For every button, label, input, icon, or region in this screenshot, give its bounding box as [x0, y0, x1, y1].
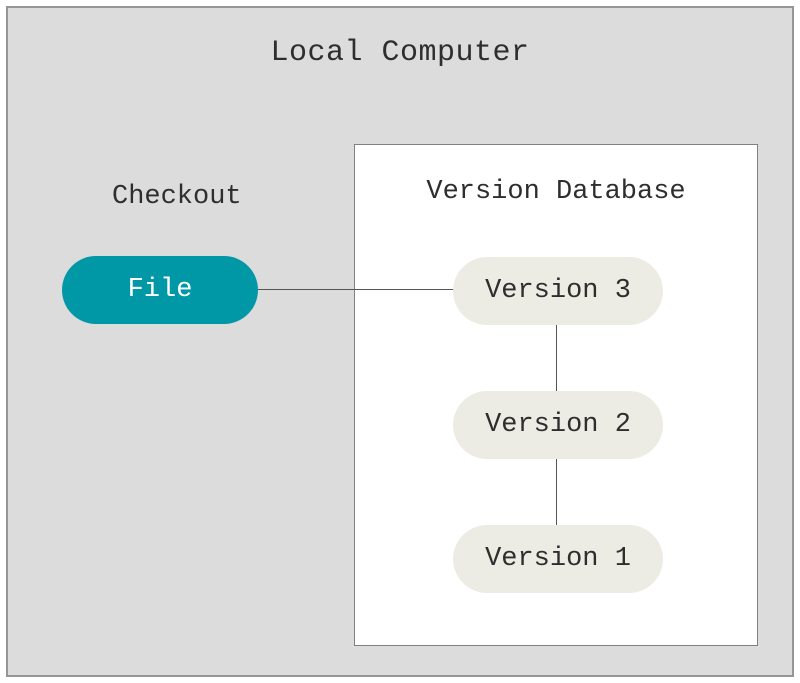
local-computer-panel: Local Computer Checkout File Version Dat…: [6, 6, 794, 677]
file-node: File: [62, 256, 258, 324]
connector-v2-to-v1: [556, 456, 557, 526]
version-database-box: Version Database Version 3 Version 2 Ver…: [354, 144, 758, 646]
file-node-label: File: [128, 275, 193, 305]
checkout-label: Checkout: [112, 182, 242, 212]
diagram-title: Local Computer: [8, 36, 792, 70]
version-1-node: Version 1: [453, 525, 663, 593]
version-3-node: Version 3: [453, 257, 663, 325]
version-1-label: Version 1: [485, 544, 631, 574]
connector-file-to-v3: [258, 289, 456, 290]
version-2-label: Version 2: [485, 410, 631, 440]
version-2-node: Version 2: [453, 391, 663, 459]
connector-v3-to-v2: [556, 322, 557, 392]
database-title: Version Database: [355, 177, 757, 207]
version-3-label: Version 3: [485, 276, 631, 306]
